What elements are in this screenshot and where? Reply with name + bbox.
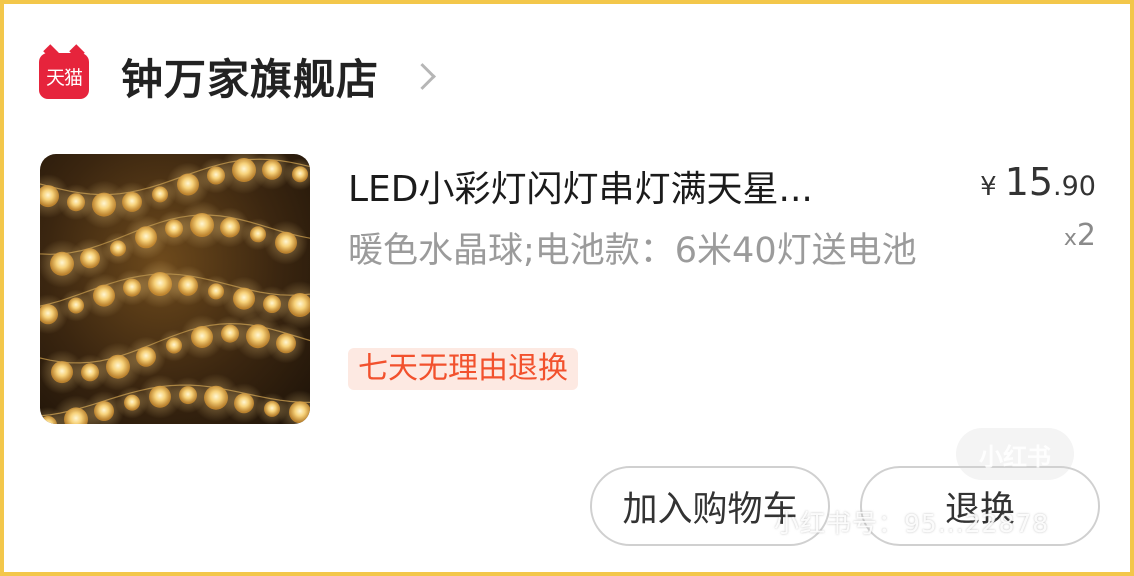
tmall-logo-icon: 天猫 bbox=[39, 53, 89, 99]
bulb bbox=[292, 166, 308, 183]
chevron-right-icon[interactable] bbox=[409, 62, 436, 90]
bulb bbox=[234, 393, 254, 414]
bulb bbox=[233, 287, 255, 310]
bulb bbox=[136, 346, 156, 367]
bulb bbox=[124, 394, 140, 411]
order-card: 天猫 钟万家旗舰店 LED小彩灯闪灯串灯满天星... 暖色水晶球;电池款：6米4… bbox=[4, 4, 1130, 572]
bulb bbox=[276, 333, 296, 354]
bulb bbox=[68, 297, 84, 314]
bulb bbox=[220, 217, 240, 238]
watermark-logo: 小红书 bbox=[956, 428, 1074, 480]
shop-name[interactable]: 钟万家旗舰店 bbox=[121, 46, 379, 107]
bulb bbox=[51, 361, 73, 384]
product-image[interactable] bbox=[40, 154, 310, 424]
bulb bbox=[110, 240, 126, 257]
price-decimal: .90 bbox=[1053, 171, 1096, 202]
quantity-value: 2 bbox=[1076, 218, 1096, 253]
bulb bbox=[250, 226, 266, 243]
quantity-prefix: x bbox=[1063, 226, 1077, 251]
bulb bbox=[289, 401, 310, 424]
bulb bbox=[166, 337, 182, 354]
bulb bbox=[149, 385, 171, 408]
product-quantity: x2 bbox=[1064, 218, 1096, 253]
bulb bbox=[80, 248, 100, 269]
bulb bbox=[135, 226, 157, 249]
bulb bbox=[208, 283, 224, 300]
watermark-id: 小红书号：95...22878 bbox=[774, 509, 1050, 538]
bulb bbox=[262, 159, 282, 180]
bulb bbox=[264, 400, 280, 417]
bulb bbox=[177, 173, 199, 196]
bulb bbox=[191, 326, 213, 348]
product-spec: 暖色水晶球;电池款：6米40灯送电池 bbox=[348, 231, 917, 271]
shop-header[interactable]: 天猫 钟万家旗舰店 bbox=[39, 46, 436, 107]
price-currency: ¥ bbox=[980, 172, 997, 202]
product-price: ¥15.90 bbox=[980, 160, 1096, 204]
return-policy-badge: 七天无理由退换 bbox=[348, 348, 578, 390]
bulb bbox=[275, 231, 297, 254]
bulb bbox=[122, 191, 142, 212]
price-integer: 15 bbox=[1004, 160, 1054, 204]
bulb bbox=[94, 401, 114, 421]
tmall-logo-text: 天猫 bbox=[45, 66, 83, 89]
string-lights-illustration bbox=[40, 154, 310, 424]
bulb bbox=[152, 186, 168, 203]
product-title[interactable]: LED小彩灯闪灯串灯满天星... bbox=[348, 160, 908, 212]
bulb bbox=[178, 275, 198, 296]
bulb bbox=[93, 284, 115, 307]
